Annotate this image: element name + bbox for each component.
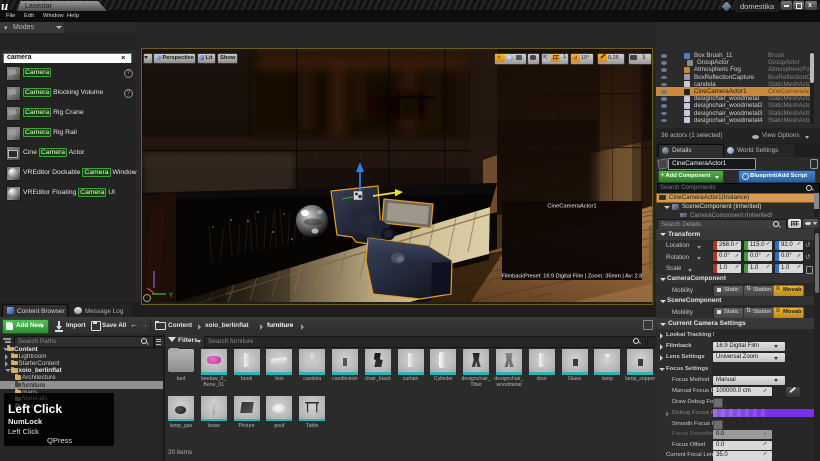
svg-text:Y: Y — [169, 293, 173, 299]
svg-text:CineCameraActor1: CineCameraActor1 — [547, 204, 596, 210]
svg-text:FilmbackPreset: 16:9 Digital F: FilmbackPreset: 16:9 Digital Film | Zoom… — [502, 274, 643, 280]
